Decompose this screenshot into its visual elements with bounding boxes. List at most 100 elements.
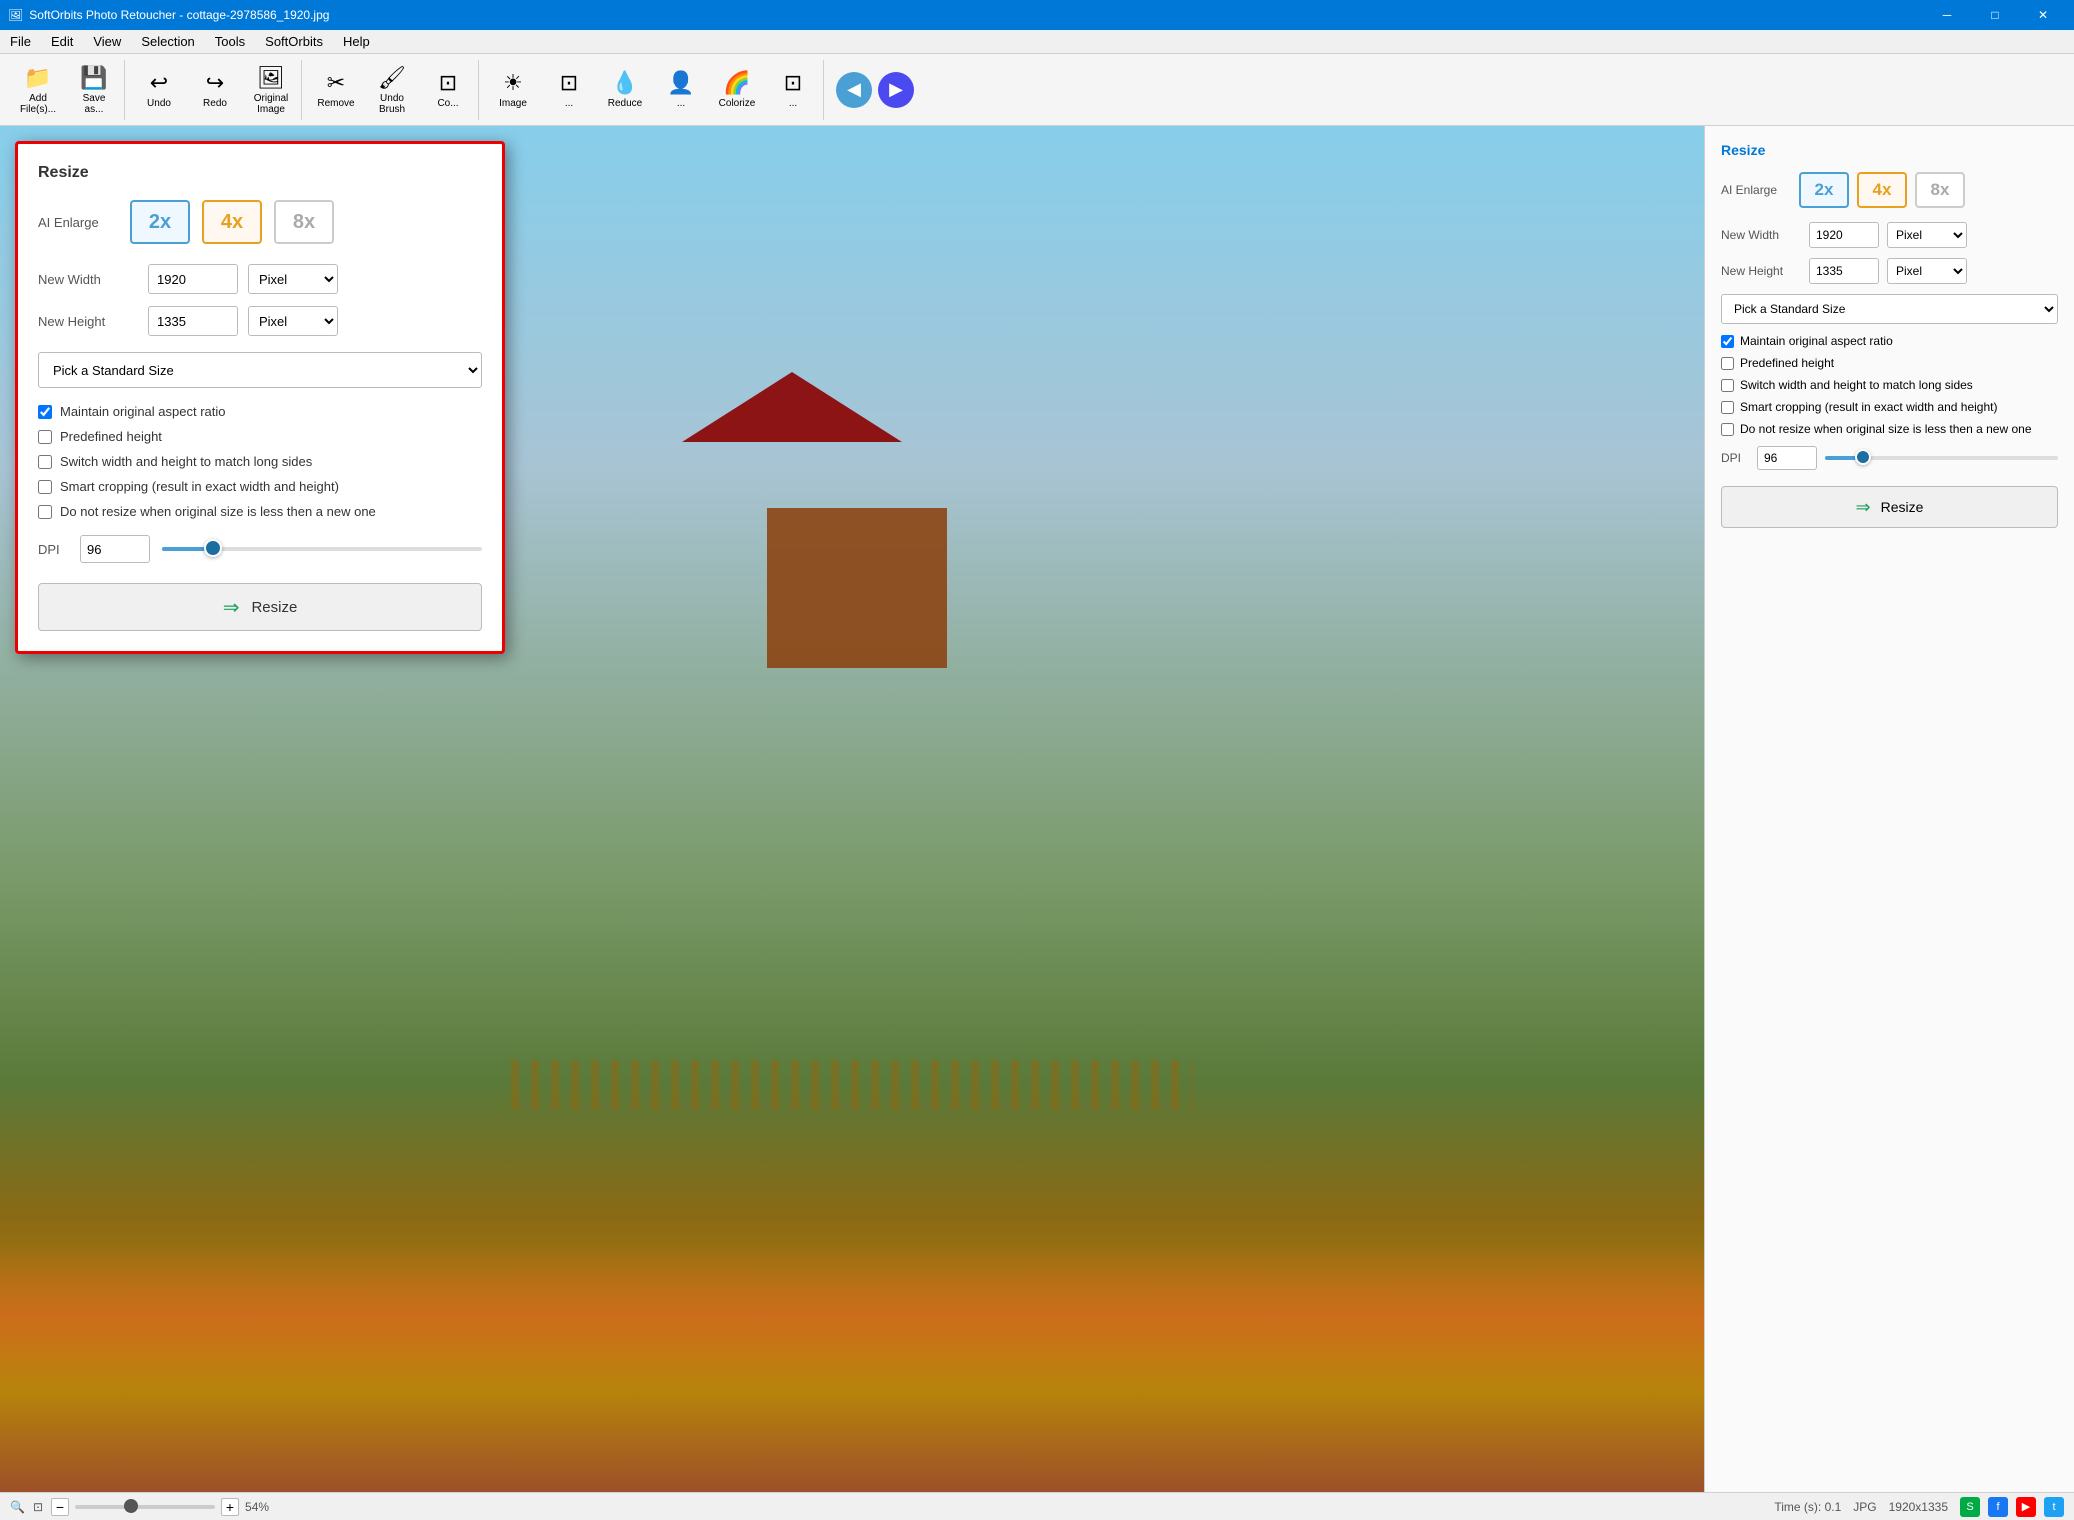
panel-dpi-input[interactable]: [1757, 446, 1817, 470]
panel-switch-label[interactable]: Switch width and height to match long si…: [1740, 378, 1973, 392]
panel-enlarge-8x-button[interactable]: 8x: [1915, 172, 1965, 208]
panel-maintain-ratio-checkbox[interactable]: [1721, 335, 1734, 348]
softorbits-icon[interactable]: S: [1960, 1497, 1980, 1517]
crop-icon-status: ⊡: [33, 1500, 43, 1514]
menu-view[interactable]: View: [83, 30, 131, 53]
file-tools: 📁 Add File(s)... 💾 Save as...: [8, 60, 125, 120]
undo-button[interactable]: ↩ Undo: [133, 62, 185, 118]
predefined-height-label[interactable]: Predefined height: [60, 429, 162, 444]
panel-switch-checkbox[interactable]: [1721, 379, 1734, 392]
menu-bar: File Edit View Selection Tools SoftOrbit…: [0, 30, 2074, 54]
portrait-button[interactable]: 👤 ...: [655, 62, 707, 118]
crop-button[interactable]: ⊡ Co...: [422, 62, 474, 118]
panel-height-label: New Height: [1721, 264, 1801, 278]
window-controls: ─ □ ✕: [1924, 0, 2066, 30]
enlarge-4x-button[interactable]: 4x: [202, 200, 262, 244]
right-panel: Resize AI Enlarge 2x 4x 8x New Width Pix…: [1704, 126, 2074, 1492]
switch-sides-label[interactable]: Switch width and height to match long si…: [60, 454, 312, 469]
panel-predefined-checkbox[interactable]: [1721, 357, 1734, 370]
maintain-ratio-label[interactable]: Maintain original aspect ratio: [60, 404, 225, 419]
menu-file[interactable]: File: [0, 30, 41, 53]
enlarge-8x-button[interactable]: 8x: [274, 200, 334, 244]
panel-enlarge-2x-button[interactable]: 2x: [1799, 172, 1849, 208]
save-as-button[interactable]: 💾 Save as...: [68, 62, 120, 118]
no-resize-label[interactable]: Do not resize when original size is less…: [60, 504, 376, 519]
dpi-slider[interactable]: [162, 547, 482, 551]
smart-crop-checkbox[interactable]: [38, 480, 52, 494]
zoom-minus-button[interactable]: −: [51, 1498, 69, 1516]
new-width-input[interactable]: [148, 264, 238, 294]
maintain-ratio-checkbox[interactable]: [38, 405, 52, 419]
panel-width-unit[interactable]: Pixel: [1887, 222, 1967, 248]
add-files-label: Add File(s)...: [20, 93, 56, 115]
panel-width-input[interactable]: [1809, 222, 1879, 248]
panel-noresize-checkbox[interactable]: [1721, 423, 1734, 436]
standard-size-select[interactable]: Pick a Standard Size: [38, 352, 482, 388]
house-wall: [767, 508, 947, 668]
original-image-label: Original Image: [254, 93, 288, 115]
panel-height-input[interactable]: [1809, 258, 1879, 284]
menu-help[interactable]: Help: [333, 30, 380, 53]
zoom-slider[interactable]: [75, 1505, 215, 1509]
twitter-icon[interactable]: t: [2044, 1497, 2064, 1517]
nav-prev-button[interactable]: ◀: [836, 72, 872, 108]
status-bar: 🔍 ⊡ − + 54% Time (s): 0.1 JPG 1920x1335 …: [0, 1492, 2074, 1520]
image-button[interactable]: ☀ Image: [487, 62, 539, 118]
remove-button[interactable]: ✂ Remove: [310, 62, 362, 118]
panel-height-unit[interactable]: Pixel: [1887, 258, 1967, 284]
image-icon: ☀: [503, 70, 523, 96]
ground-leaves: [0, 1242, 1704, 1492]
checkbox-no-resize: Do not resize when original size is less…: [38, 504, 482, 519]
portrait-icon: 👤: [667, 70, 694, 96]
original-image-button[interactable]: 🖼 Original Image: [245, 62, 297, 118]
panel-ai-label: AI Enlarge: [1721, 183, 1791, 197]
menu-edit[interactable]: Edit: [41, 30, 83, 53]
menu-tools[interactable]: Tools: [205, 30, 255, 53]
no-resize-checkbox[interactable]: [38, 505, 52, 519]
youtube-icon[interactable]: ▶: [2016, 1497, 2036, 1517]
enlarge-2x-button[interactable]: 2x: [130, 200, 190, 244]
switch-sides-checkbox[interactable]: [38, 455, 52, 469]
facebook-icon[interactable]: f: [1988, 1497, 2008, 1517]
redo-button[interactable]: ↪ Redo: [189, 62, 241, 118]
add-files-button[interactable]: 📁 Add File(s)...: [12, 62, 64, 118]
resize-button[interactable]: ⇒ Resize: [38, 583, 482, 631]
panel-standard-size-select[interactable]: Pick a Standard Size: [1721, 294, 2058, 324]
dpi-slider-thumb: [204, 539, 222, 557]
predefined-height-checkbox[interactable]: [38, 430, 52, 444]
panel-predefined-label[interactable]: Predefined height: [1740, 356, 1834, 370]
maximize-button[interactable]: □: [1972, 0, 2018, 30]
dpi-slider-track: [162, 547, 210, 551]
reduce-button[interactable]: 💧 Reduce: [599, 62, 651, 118]
more-button[interactable]: ⊡ ...: [767, 62, 819, 118]
colorize-label: Colorize: [719, 98, 756, 109]
panel-smart-crop-checkbox[interactable]: [1721, 401, 1734, 414]
toolbar: 📁 Add File(s)... 💾 Save as... ↩ Undo ↪ R…: [0, 54, 2074, 126]
reduce-icon: 💧: [611, 70, 638, 96]
perspective-button[interactable]: ⊡ ...: [543, 62, 595, 118]
menu-softorbits[interactable]: SoftOrbits: [255, 30, 333, 53]
close-button[interactable]: ✕: [2020, 0, 2066, 30]
menu-selection[interactable]: Selection: [131, 30, 204, 53]
panel-dpi-label: DPI: [1721, 451, 1749, 465]
panel-dpi-slider[interactable]: [1825, 456, 2058, 460]
panel-maintain-label[interactable]: Maintain original aspect ratio: [1740, 334, 1893, 348]
panel-noresize-label[interactable]: Do not resize when original size is less…: [1740, 422, 2032, 436]
remove-icon: ✂: [327, 70, 345, 96]
dpi-input[interactable]: [80, 535, 150, 563]
checkbox-predefined-height: Predefined height: [38, 429, 482, 444]
panel-smart-label[interactable]: Smart cropping (result in exact width an…: [1740, 400, 1997, 414]
panel-resize-button[interactable]: ⇒ Resize: [1721, 486, 2058, 528]
undo-brush-button[interactable]: 🖌 Undo Brush: [366, 62, 418, 118]
minimize-button[interactable]: ─: [1924, 0, 1970, 30]
redo-label: Redo: [203, 98, 227, 109]
smart-crop-label[interactable]: Smart cropping (result in exact width an…: [60, 479, 339, 494]
new-height-input[interactable]: [148, 306, 238, 336]
panel-cb-predefined: Predefined height: [1721, 356, 2058, 370]
height-unit-select[interactable]: Pixel: [248, 306, 338, 336]
width-unit-select[interactable]: Pixel: [248, 264, 338, 294]
nav-next-button[interactable]: ▶: [878, 72, 914, 108]
zoom-plus-button[interactable]: +: [221, 1498, 239, 1516]
colorize-button[interactable]: 🌈 Colorize: [711, 62, 763, 118]
panel-enlarge-4x-button[interactable]: 4x: [1857, 172, 1907, 208]
